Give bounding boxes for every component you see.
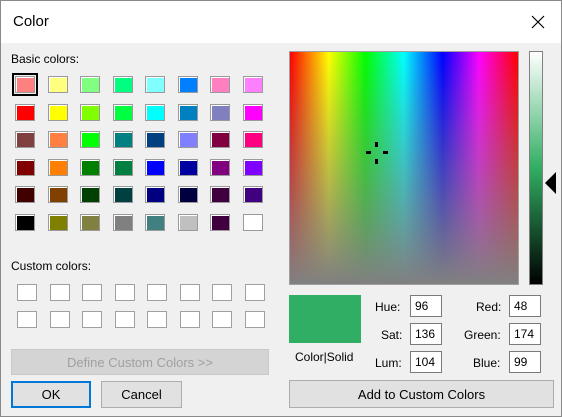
basic-color-swatch[interactable] <box>15 186 35 203</box>
lum-field[interactable] <box>410 351 442 373</box>
custom-color-swatch[interactable] <box>17 284 37 301</box>
basic-color-swatch[interactable] <box>210 103 230 121</box>
basic-color-swatch[interactable] <box>12 73 38 96</box>
hue-saturation-spectrum[interactable] <box>289 51 519 285</box>
basic-color-swatch[interactable] <box>80 76 100 93</box>
basic-color-swatch[interactable] <box>47 76 68 93</box>
title-bar: Color <box>1 1 561 43</box>
basic-color-swatch[interactable] <box>112 213 133 231</box>
basic-color-swatch[interactable] <box>177 213 198 231</box>
custom-color-swatch[interactable] <box>82 284 102 301</box>
basic-color-swatch[interactable] <box>15 131 35 148</box>
basic-color-swatch[interactable] <box>242 131 263 148</box>
add-to-custom-colors-button[interactable]: Add to Custom Colors <box>289 380 554 408</box>
blue-field[interactable] <box>509 351 541 373</box>
red-field[interactable] <box>509 295 541 317</box>
custom-colors-label: Custom colors: <box>11 259 92 273</box>
basic-color-swatch[interactable] <box>80 213 100 231</box>
red-label: Red: <box>476 300 502 314</box>
basic-color-swatch[interactable] <box>15 213 35 231</box>
basic-color-swatch[interactable] <box>242 158 263 176</box>
basic-color-swatch[interactable] <box>177 103 198 121</box>
crosshair-icon <box>366 142 388 164</box>
basic-color-swatch[interactable] <box>210 131 230 148</box>
basic-color-swatch[interactable] <box>177 158 198 176</box>
sat-label: Sat: <box>381 328 403 342</box>
hue-field[interactable] <box>410 295 442 317</box>
color-solid-preview <box>289 295 361 343</box>
basic-color-swatch[interactable] <box>112 186 133 203</box>
custom-color-swatch[interactable] <box>114 284 135 301</box>
basic-color-swatch[interactable] <box>210 76 230 93</box>
define-custom-colors-button[interactable]: Define Custom Colors >> <box>11 349 269 375</box>
custom-color-swatch[interactable] <box>147 284 167 301</box>
color-dialog: Color Basic colors: Custom colors: Defin… <box>0 0 562 417</box>
custom-color-swatch[interactable] <box>244 284 265 301</box>
basic-color-swatch[interactable] <box>242 213 263 231</box>
basic-color-swatch[interactable] <box>112 103 133 121</box>
basic-color-swatch[interactable] <box>177 131 198 148</box>
close-icon <box>531 15 545 29</box>
basic-color-swatch[interactable] <box>210 158 230 176</box>
basic-color-swatch[interactable] <box>47 213 68 231</box>
basic-color-swatch[interactable] <box>177 186 198 203</box>
basic-color-swatch[interactable] <box>80 103 100 121</box>
custom-color-swatch[interactable] <box>244 311 265 328</box>
basic-color-swatch[interactable] <box>242 103 263 121</box>
cancel-button[interactable]: Cancel <box>101 381 182 408</box>
blue-label: Blue: <box>473 356 501 370</box>
green-field[interactable] <box>509 323 541 345</box>
custom-color-swatch[interactable] <box>49 284 70 301</box>
basic-color-swatch[interactable] <box>145 131 165 148</box>
green-label: Green: <box>464 328 501 342</box>
basic-color-swatch[interactable] <box>80 186 100 203</box>
custom-color-swatch[interactable] <box>212 311 232 328</box>
basic-color-swatch[interactable] <box>112 131 133 148</box>
basic-color-swatch[interactable] <box>47 186 68 203</box>
basic-color-swatch[interactable] <box>210 186 230 203</box>
custom-color-swatch[interactable] <box>114 311 135 328</box>
basic-color-swatch[interactable] <box>15 158 35 176</box>
basic-color-swatch[interactable] <box>145 186 165 203</box>
basic-color-swatch[interactable] <box>112 76 133 93</box>
basic-color-swatch[interactable] <box>242 76 263 93</box>
basic-color-swatch[interactable] <box>177 76 198 93</box>
basic-color-swatch[interactable] <box>80 158 100 176</box>
basic-color-swatch[interactable] <box>210 213 230 231</box>
basic-color-swatch[interactable] <box>47 103 68 121</box>
basic-color-swatch[interactable] <box>145 76 165 93</box>
custom-color-swatch[interactable] <box>82 311 102 328</box>
ok-button[interactable]: OK <box>11 381 91 408</box>
custom-color-swatch[interactable] <box>17 311 37 328</box>
window-title: Color <box>13 13 49 30</box>
basic-color-swatch[interactable] <box>242 186 263 203</box>
hue-label: Hue: <box>375 300 401 314</box>
custom-color-swatch[interactable] <box>179 284 200 301</box>
custom-color-swatch[interactable] <box>179 311 200 328</box>
color-solid-label: Color|Solid <box>295 350 354 364</box>
lum-label: Lum: <box>375 356 402 370</box>
custom-color-swatch[interactable] <box>212 284 232 301</box>
close-button[interactable] <box>515 1 561 43</box>
basic-color-swatch[interactable] <box>145 213 165 231</box>
basic-color-swatch[interactable] <box>80 131 100 148</box>
basic-colors-label: Basic colors: <box>11 52 80 66</box>
basic-color-swatch[interactable] <box>47 131 68 148</box>
sat-field[interactable] <box>410 323 442 345</box>
custom-color-swatch[interactable] <box>147 311 167 328</box>
basic-color-swatch[interactable] <box>112 158 133 176</box>
triangle-left-icon[interactable] <box>545 172 556 194</box>
basic-color-swatch[interactable] <box>145 103 165 121</box>
basic-color-swatch[interactable] <box>145 158 165 176</box>
basic-color-swatch[interactable] <box>15 103 35 121</box>
basic-color-swatch[interactable] <box>47 158 68 176</box>
custom-color-swatch[interactable] <box>49 311 70 328</box>
luminance-slider[interactable] <box>529 51 543 285</box>
